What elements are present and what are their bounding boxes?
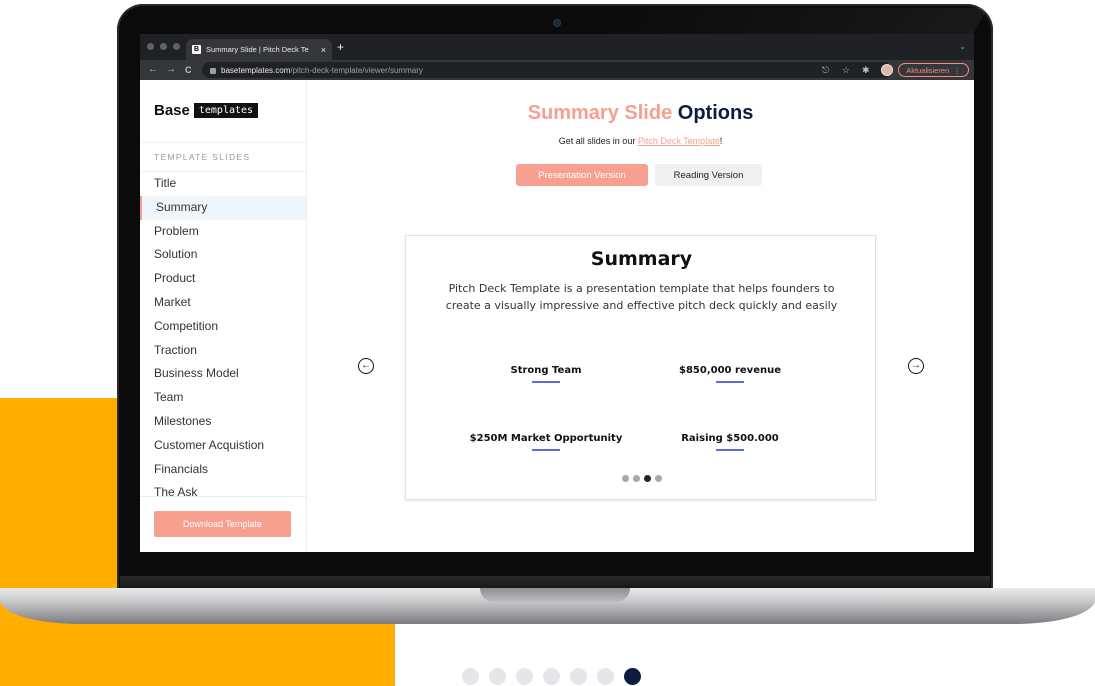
sidebar-item-team[interactable]: Team — [140, 386, 306, 410]
new-tab-button[interactable]: + — [337, 41, 344, 53]
laptop-screen: B Summary Slide | Pitch Deck Te × + ⌄ ← … — [140, 34, 974, 552]
lock-icon — [210, 68, 216, 74]
next-slide-arrow-icon[interactable]: → — [908, 358, 924, 374]
carousel-dot[interactable] — [516, 668, 533, 685]
kpi-label: Raising $500.000 — [681, 433, 779, 444]
browser-tab-bar: B Summary Slide | Pitch Deck Te × + ⌄ — [140, 34, 974, 60]
update-label: Aktualisieren — [906, 65, 950, 75]
carousel-dot[interactable] — [543, 668, 560, 685]
browser-tab[interactable]: B Summary Slide | Pitch Deck Te × — [186, 39, 332, 60]
carousel-pagination — [462, 668, 641, 685]
kpi-label: $850,000 revenue — [678, 365, 782, 376]
kpi-item: $250M Market Opportunity — [446, 433, 646, 451]
sidebar-divider — [140, 142, 306, 143]
page-title: Summary Slide Options — [307, 102, 974, 125]
kpi-item: $850,000 revenue — [630, 365, 830, 383]
web-page: Base templates TEMPLATE SLIDES Title Summ… — [140, 80, 974, 552]
url-field[interactable]: basetemplates.com/pitch-deck-template/vi… — [202, 62, 892, 78]
window-close-dot-icon[interactable] — [147, 43, 154, 50]
page-title-accent: Summary Slide — [527, 102, 673, 124]
star-icon[interactable]: ☆ — [842, 64, 850, 76]
subtitle-suffix: ! — [719, 136, 723, 146]
reading-version-button[interactable]: Reading Version — [655, 164, 762, 186]
carousel-dot[interactable] — [624, 668, 641, 685]
window-minimize-dot-icon[interactable] — [160, 43, 167, 50]
sidebar-item-financials[interactable]: Financials — [140, 458, 306, 482]
laptop-base-notch — [480, 588, 630, 602]
pitch-deck-template-link[interactable]: Pitch Deck Template — [638, 136, 720, 146]
sidebar-item-product[interactable]: Product — [140, 267, 306, 291]
back-button[interactable]: ← — [148, 63, 158, 77]
reload-button[interactable]: C — [185, 63, 192, 77]
lid-sheen — [591, 8, 989, 36]
sidebar-divider — [140, 496, 306, 497]
page-subtitle: Get all slides in our Pitch Deck Templat… — [307, 136, 974, 146]
sidebar-item-traction[interactable]: Traction — [140, 339, 306, 363]
url-path: /pitch-deck-template/viewer/summary — [290, 65, 423, 75]
carousel-dot[interactable] — [462, 668, 479, 685]
more-icon[interactable]: ⋮ — [953, 66, 961, 75]
main-content: Summary Slide Options Get all slides in … — [307, 80, 974, 552]
window-zoom-dot-icon[interactable] — [173, 43, 180, 50]
version-toggle: Presentation Version Reading Version — [516, 164, 762, 186]
slide-dot[interactable] — [654, 475, 662, 482]
url-host: basetemplates.com — [221, 65, 291, 75]
sidebar-item-problem[interactable]: Problem — [140, 220, 306, 244]
sidebar-item-title[interactable]: Title — [140, 172, 306, 196]
tab-title: Summary Slide | Pitch Deck Te — [206, 45, 309, 54]
slide-title: Summary — [590, 248, 693, 270]
share-icon[interactable]: ⎋ — [822, 64, 829, 76]
sidebar-item-summary[interactable]: Summary — [140, 195, 306, 220]
kpi-underline — [716, 449, 744, 451]
slide-description: Pitch Deck Template is a presentation te… — [445, 282, 838, 312]
slide-dot[interactable] — [621, 475, 629, 482]
sidebar-item-customer-acquistion[interactable]: Customer Acquistion — [140, 434, 306, 458]
camera-icon — [554, 20, 560, 26]
slide-dot[interactable] — [632, 475, 640, 482]
brand-base-text: Base — [154, 102, 190, 119]
page-title-dark: Options — [677, 102, 754, 124]
sidebar-item-business-model[interactable]: Business Model — [140, 362, 306, 386]
slide-dot[interactable] — [643, 475, 651, 482]
previous-slide-arrow-icon[interactable]: ← — [358, 358, 374, 374]
favicon-icon: B — [192, 45, 201, 54]
kpi-item: Raising $500.000 — [630, 433, 830, 451]
profile-avatar-icon[interactable] — [881, 64, 893, 76]
brand-logo[interactable]: Base templates — [154, 102, 259, 119]
tab-search-chevron-icon[interactable]: ⌄ — [959, 42, 966, 51]
sidebar-slide-list: Title Summary Problem Solution Product Market… — [140, 172, 306, 499]
update-browser-button[interactable]: Aktualisieren ⋮ — [898, 63, 969, 77]
subtitle-prefix: Get all slides in our — [558, 136, 638, 146]
presentation-version-button[interactable]: Presentation Version — [516, 164, 648, 186]
sidebar-item-competition[interactable]: Competition — [140, 315, 306, 339]
slide-pagination — [406, 475, 877, 482]
kpi-underline — [532, 381, 560, 383]
carousel-dot[interactable] — [489, 668, 506, 685]
sidebar-item-milestones[interactable]: Milestones — [140, 410, 306, 434]
sidebar-item-solution[interactable]: Solution — [140, 243, 306, 267]
marketing-stage: B Summary Slide | Pitch Deck Te × + ⌄ ← … — [0, 0, 1095, 686]
download-template-button[interactable]: Download Template — [154, 511, 291, 537]
carousel-dot[interactable] — [570, 668, 587, 685]
kpi-label: $250M Market Opportunity — [469, 433, 623, 444]
sidebar-item-market[interactable]: Market — [140, 291, 306, 315]
url-text: basetemplates.com/pitch-deck-template/vi… — [221, 66, 423, 75]
browser-address-bar: ← → C basetemplates.com/pitch-deck-templ… — [140, 60, 974, 80]
tab-close-icon[interactable]: × — [321, 45, 326, 55]
kpi-item: Strong Team — [446, 365, 646, 383]
sidebar: Base templates TEMPLATE SLIDES Title Summ… — [140, 80, 307, 552]
forward-button[interactable]: → — [166, 63, 176, 77]
kpi-underline — [716, 381, 744, 383]
slide-preview: Summary Pitch Deck Template is a present… — [405, 235, 876, 500]
kpi-label: Strong Team — [510, 365, 582, 376]
extensions-icon[interactable]: ✱ — [862, 64, 870, 76]
kpi-underline — [532, 449, 560, 451]
carousel-dot[interactable] — [597, 668, 614, 685]
sidebar-heading: TEMPLATE SLIDES — [154, 152, 251, 162]
brand-tag-text: templates — [193, 103, 259, 118]
